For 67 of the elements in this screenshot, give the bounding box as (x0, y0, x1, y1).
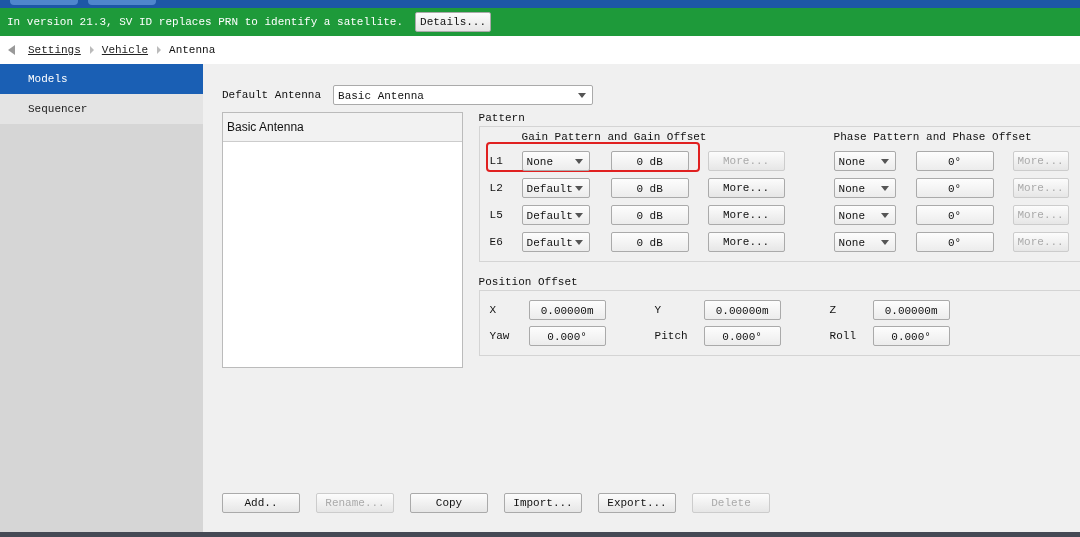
caret-icon (574, 185, 583, 191)
axis-label: X (489, 304, 498, 316)
phase-pattern-dropdown[interactable]: None (833, 177, 896, 198)
column-heading: Gain Pattern and Gain Offset (521, 131, 708, 145)
offset-field[interactable]: 0.00000m (872, 300, 950, 320)
more-button[interactable]: More... (707, 204, 785, 225)
band-label: L1 (489, 154, 504, 167)
phase-offset-field[interactable]: 0° (915, 204, 994, 225)
phase-offset-field[interactable]: 0° (915, 177, 994, 198)
axis-label: Z (829, 304, 838, 316)
phase-offset-field[interactable]: 0° (915, 231, 994, 252)
gain-offset-field[interactable]: 0 dB (610, 150, 689, 171)
caret-icon (574, 239, 583, 245)
field-label: Default Antenna (222, 89, 322, 101)
sidebar-item[interactable]: Models (0, 64, 203, 94)
sidebar-item[interactable]: Sequencer (0, 94, 203, 124)
offset-field[interactable]: 0.00000m (528, 300, 606, 320)
offset-field[interactable]: 0.00000m (703, 300, 781, 320)
action-button[interactable]: Add.. (222, 493, 300, 513)
chevron-icon (88, 46, 94, 54)
axis-label: Yaw (489, 330, 511, 342)
gain-pattern-dropdown[interactable]: Default (521, 204, 590, 225)
band-label: E6 (489, 235, 504, 248)
gain-offset-field[interactable]: 0 dB (610, 204, 689, 225)
band-label: L2 (489, 181, 504, 194)
antenna-dropdown[interactable]: Basic Antenna (333, 85, 594, 105)
action-button[interactable]: Export... (598, 493, 676, 513)
gain-offset-field[interactable]: 0 dB (610, 177, 689, 198)
more-button[interactable]: More... (707, 177, 785, 198)
back-arrow-icon[interactable] (8, 45, 16, 55)
phase-pattern-dropdown[interactable]: None (833, 231, 896, 252)
action-button[interactable]: Copy (410, 493, 488, 513)
caret-icon (880, 239, 889, 245)
more-button[interactable]: More... (707, 231, 785, 252)
phase-offset-field[interactable]: 0° (915, 150, 994, 171)
tab[interactable] (10, 0, 78, 5)
tab[interactable] (88, 0, 156, 5)
phase-pattern-dropdown[interactable]: None (833, 150, 896, 171)
offset-field[interactable]: 0.000° (872, 326, 950, 346)
gain-pattern-dropdown[interactable]: None (521, 150, 590, 171)
caret-icon (574, 212, 583, 218)
list-item[interactable]: Basic Antenna (223, 113, 462, 142)
section-title: Pattern (478, 112, 526, 126)
axis-label: Roll (829, 330, 857, 342)
axis-label: Pitch (654, 330, 689, 342)
breadcrumb-current: Antenna (169, 44, 216, 56)
phase-pattern-dropdown[interactable]: None (833, 204, 896, 225)
breadcrumb-link[interactable]: Vehicle (101, 44, 149, 56)
offset-field[interactable]: 0.000° (703, 326, 781, 346)
caret-icon (574, 158, 583, 164)
caret-icon (880, 212, 889, 218)
gain-offset-field[interactable]: 0 dB (610, 231, 689, 252)
gain-pattern-dropdown[interactable]: Default (521, 231, 590, 252)
breadcrumb-link[interactable]: Settings (28, 44, 81, 56)
caret-icon (880, 185, 889, 191)
offset-field[interactable]: 0.000° (528, 326, 606, 346)
section-title: Position Offset (478, 276, 579, 290)
details-button[interactable]: Details... (415, 12, 492, 32)
column-heading: Phase Pattern and Phase Offset (833, 131, 1032, 145)
notice-text: In version 21.3, SV ID replaces PRN to identify a satellite. (7, 16, 404, 28)
gain-pattern-dropdown[interactable]: Default (521, 177, 590, 198)
band-label: L5 (489, 208, 504, 221)
chevron-icon (156, 46, 162, 54)
action-button[interactable]: Import... (504, 493, 582, 513)
caret-icon (578, 93, 587, 98)
axis-label: Y (654, 304, 663, 316)
caret-icon (880, 158, 889, 164)
